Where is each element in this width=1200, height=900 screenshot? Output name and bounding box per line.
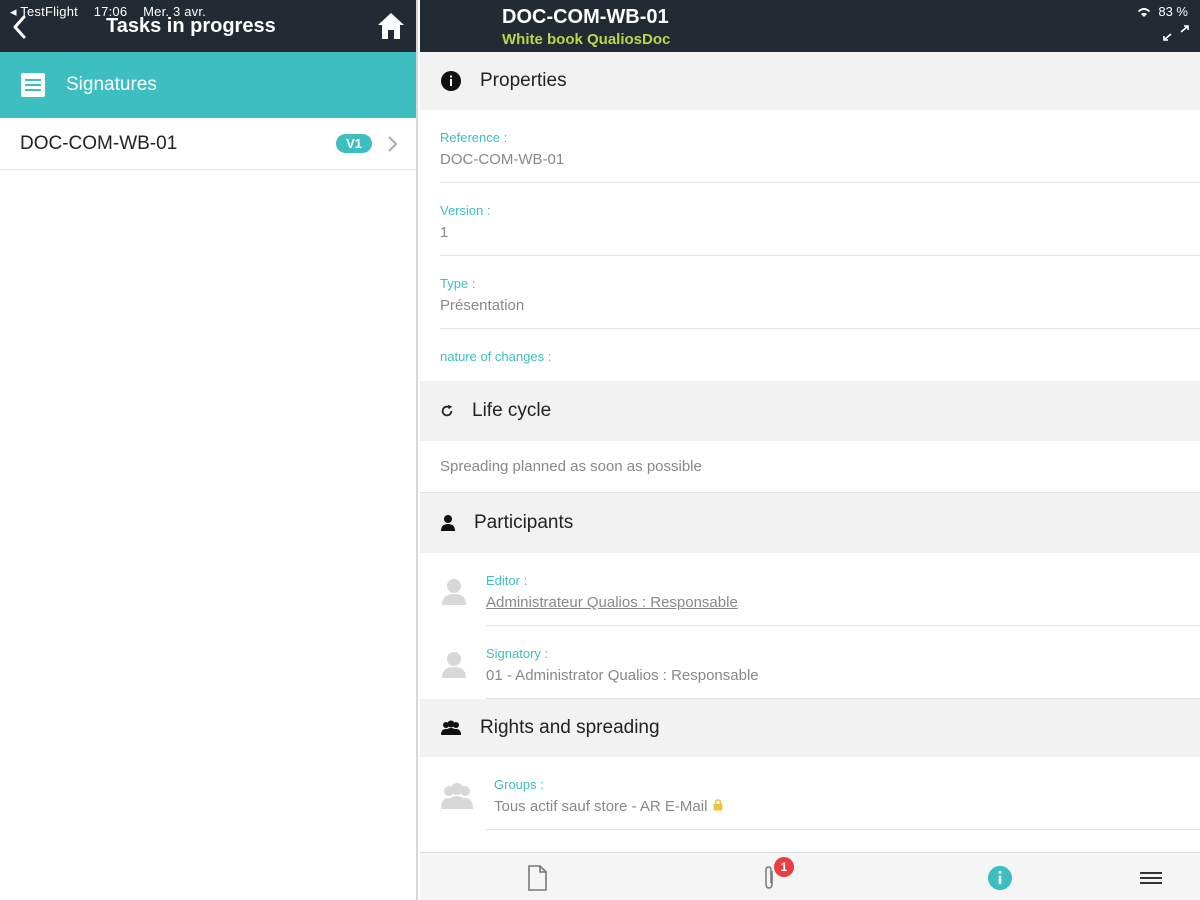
life-cycle-heading: Life cycle	[472, 400, 552, 421]
lock-icon	[713, 799, 723, 811]
group-avatar-icon	[441, 783, 473, 809]
groups-row: Groups : Tous actif sauf store - AR E-Ma…	[420, 757, 1200, 830]
version-value: 1	[440, 224, 449, 241]
participants-section-header: Participants	[420, 493, 1200, 553]
version-field: Version : 1	[420, 183, 1200, 256]
attachments-count-badge: 1	[774, 857, 794, 877]
reference-value: DOC-COM-WB-01	[440, 151, 565, 168]
list-item-name: DOC-COM-WB-01	[20, 132, 178, 154]
info-icon	[440, 70, 462, 92]
list-item[interactable]: DOC-COM-WB-01 V1	[0, 118, 416, 170]
detail-pane: DOC-COM-WB-01 White book QualiosDoc 83 %…	[420, 0, 1200, 900]
properties-section-header: Properties	[420, 52, 1200, 110]
document-title: DOC-COM-WB-01	[502, 6, 669, 28]
document-icon	[528, 865, 547, 891]
status-bar-right: 83 %	[1136, 4, 1188, 19]
reference-label: Reference :	[440, 130, 508, 145]
info-tab[interactable]	[987, 865, 1013, 891]
groups-label: Groups :	[494, 777, 544, 792]
page-title: Tasks in progress	[106, 15, 276, 37]
signatory-value: 01 - Administrator Qualios : Responsable	[486, 667, 759, 684]
signatory-label: Signatory :	[486, 646, 549, 661]
type-value: Présentation	[440, 297, 525, 314]
version-label: Version :	[440, 203, 491, 218]
wifi-icon	[1138, 7, 1151, 17]
document-subtitle: White book QualiosDoc	[502, 31, 671, 48]
nature-of-changes-field: nature of changes :	[420, 329, 1200, 381]
attachments-tab[interactable]: 1	[756, 857, 794, 891]
info-circle-icon	[987, 865, 1013, 891]
avatar-icon	[442, 652, 466, 678]
list-icon	[21, 73, 45, 97]
life-cycle-section-header: Life cycle	[420, 381, 1200, 441]
life-cycle-text: Spreading planned as soon as possible	[420, 441, 1200, 493]
signatory-row: Signatory : 01 - Administrator Qualios :…	[420, 626, 1200, 699]
signatures-label: Signatures	[66, 74, 157, 95]
properties-heading: Properties	[480, 70, 567, 91]
groups-value-text: Tous actif sauf store - AR E-Mail	[494, 798, 708, 815]
left-navbar: ◂ TestFlight 17:06 Mer. 3 avr. Tasks in …	[0, 0, 416, 52]
version-badge: V1	[336, 134, 372, 153]
chevron-right-icon	[388, 135, 398, 152]
menu-tab[interactable]	[1138, 865, 1164, 891]
hamburger-menu-icon	[1140, 872, 1162, 884]
battery-level: 83 %	[1158, 4, 1188, 19]
participants-heading: Participants	[474, 512, 574, 533]
editor-link[interactable]: Administrateur Qualios : Responsable	[486, 594, 1200, 611]
rights-section-header: Rights and spreading	[420, 699, 1200, 757]
editor-label: Editor :	[486, 573, 528, 588]
nature-of-changes-label: nature of changes :	[440, 349, 552, 364]
expand-icon[interactable]	[1162, 24, 1190, 42]
rights-heading: Rights and spreading	[480, 717, 660, 738]
person-icon	[440, 512, 456, 534]
reference-field: Reference : DOC-COM-WB-01	[420, 110, 1200, 183]
right-navbar: DOC-COM-WB-01 White book QualiosDoc 83 %	[420, 0, 1200, 52]
group-icon	[440, 717, 462, 739]
bottom-toolbar: 1	[420, 852, 1200, 900]
refresh-icon	[440, 400, 454, 422]
type-label: Type :	[440, 276, 476, 291]
avatar-icon	[442, 579, 466, 605]
home-icon[interactable]	[376, 10, 406, 42]
document-tab[interactable]	[524, 865, 550, 891]
back-chevron-icon[interactable]	[10, 14, 30, 40]
type-field: Type : Présentation	[420, 256, 1200, 329]
master-pane: ◂ TestFlight 17:06 Mer. 3 avr. Tasks in …	[0, 0, 418, 900]
editor-row[interactable]: Editor : Administrateur Qualios : Respon…	[420, 553, 1200, 626]
signatures-header[interactable]: Signatures	[0, 52, 416, 118]
groups-value: Tous actif sauf store - AR E-Mail	[494, 798, 1200, 815]
